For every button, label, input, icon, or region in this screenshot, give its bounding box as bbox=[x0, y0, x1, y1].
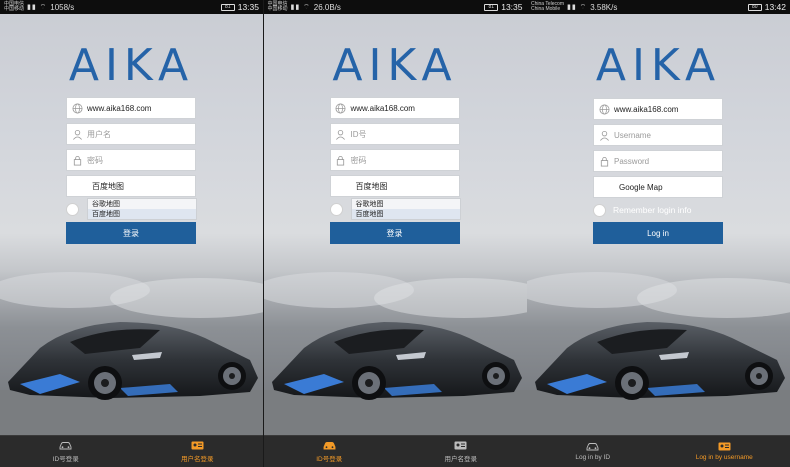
tab-label-username: Log in by username bbox=[695, 454, 753, 461]
server-url-field[interactable]: www.aika168.com bbox=[329, 97, 460, 119]
phone-screen-3: China Telecom China Mobile ▮▮ ⌔ 3.58K/s … bbox=[527, 0, 790, 467]
map-select[interactable]: 百度地图 bbox=[66, 175, 196, 197]
carrier-2: 中国移动 bbox=[267, 6, 288, 12]
clock: 13:35 bbox=[501, 2, 523, 12]
car-image bbox=[263, 270, 527, 436]
server-url-field[interactable]: www.aika168.com bbox=[593, 98, 723, 120]
globe-icon bbox=[67, 103, 87, 114]
battery-icon: 80 bbox=[747, 3, 762, 11]
app-logo: AIKA bbox=[332, 40, 458, 91]
car-icon bbox=[59, 441, 72, 450]
carrier-2: China Mobile bbox=[531, 6, 561, 12]
login-button[interactable]: Log in bbox=[593, 222, 723, 244]
map-option-google[interactable]: 谷歌地图 bbox=[352, 199, 460, 209]
bottom-tab-bar: ID号登录 用户名登录 bbox=[0, 435, 263, 467]
lock-icon bbox=[331, 155, 351, 166]
phone-screen-2: 中国电信 中国移动 ▮▮ ⌔ 26.0B/s 81 13:35 AIKA www… bbox=[263, 0, 527, 467]
tab-label-id: Log in by ID bbox=[575, 454, 611, 461]
map-option-baidu[interactable]: 百度地图 bbox=[351, 209, 460, 219]
network-speed: 1058/s bbox=[50, 2, 75, 12]
tab-label-id: ID号登录 bbox=[316, 455, 343, 463]
lock-icon bbox=[594, 156, 614, 167]
carrier-info: China Telecom China Mobile bbox=[531, 1, 564, 13]
password-placeholder: Password bbox=[614, 156, 650, 166]
map-select-value: 百度地图 bbox=[355, 181, 388, 191]
password-placeholder: 密码 bbox=[87, 155, 103, 165]
carrier-2: 中国移动 bbox=[4, 6, 25, 12]
bottom-tab-bar: Log in by ID Log in by username bbox=[527, 435, 790, 467]
clock: 13:42 bbox=[764, 2, 786, 12]
bottom-tab-bar: ID号登录 用户名登录 bbox=[263, 435, 527, 467]
map-dropdown: 谷歌地图 百度地图 bbox=[350, 198, 461, 220]
signal-icon: ▮▮ ⌔ bbox=[27, 3, 48, 11]
username-field[interactable]: Username bbox=[593, 124, 723, 146]
car-image bbox=[0, 270, 263, 436]
password-field[interactable]: 密码 bbox=[66, 149, 196, 171]
tab-login-by-id[interactable]: Log in by ID bbox=[527, 436, 659, 467]
map-select-value: Google Map bbox=[619, 182, 663, 192]
server-url-value: www.aika168.com bbox=[614, 104, 679, 114]
tab-login-by-id[interactable]: ID号登录 bbox=[0, 436, 132, 467]
tab-label-username: 用户名登录 bbox=[444, 455, 478, 463]
server-url-value: www.aika168.com bbox=[350, 103, 415, 113]
map-option-google[interactable]: 谷歌地图 bbox=[88, 199, 196, 209]
app-logo: AIKA bbox=[595, 40, 722, 91]
carrier-info: 中国电信 中国移动 bbox=[267, 1, 288, 13]
username-placeholder: 用户名 bbox=[87, 129, 111, 139]
status-bar: China Telecom China Mobile ▮▮ ⌔ 3.58K/s … bbox=[527, 0, 790, 14]
signal-icon: ▮▮ ⌔ bbox=[566, 3, 588, 11]
id-field[interactable]: ID号 bbox=[329, 123, 460, 145]
app-logo: AIKA bbox=[68, 40, 195, 91]
network-speed: 3.58K/s bbox=[590, 2, 618, 12]
user-icon bbox=[67, 129, 87, 140]
lock-icon bbox=[67, 155, 87, 166]
tab-label-username: 用户名登录 bbox=[181, 455, 214, 463]
map-dropdown: 谷歌地图 百度地图 bbox=[87, 198, 197, 220]
status-bar: 中国电信 中国移动 ▮▮ ⌔ 1058/s 81 13:35 bbox=[0, 0, 263, 14]
carrier-info: 中国电信 中国移动 bbox=[4, 1, 25, 13]
tab-login-by-username[interactable]: 用户名登录 bbox=[132, 436, 264, 467]
screens-container: 中国电信 中国移动 ▮▮ ⌔ 1058/s 81 13:35 AIKA www.… bbox=[0, 0, 790, 467]
car-icon bbox=[586, 442, 599, 451]
map-option-baidu[interactable]: 百度地图 bbox=[88, 209, 196, 219]
clock: 13:35 bbox=[237, 2, 259, 12]
battery-icon: 81 bbox=[220, 3, 235, 11]
id-card-icon bbox=[454, 441, 467, 450]
map-select[interactable]: Google Map bbox=[593, 176, 723, 198]
car-icon bbox=[323, 441, 336, 450]
status-bar: 中国电信 中国移动 ▮▮ ⌔ 26.0B/s 81 13:35 bbox=[263, 0, 527, 14]
tab-login-by-username[interactable]: Log in by username bbox=[659, 436, 790, 467]
remember-checkbox[interactable] bbox=[593, 204, 606, 217]
server-url-field[interactable]: www.aika168.com bbox=[66, 97, 196, 119]
car-image bbox=[527, 270, 790, 436]
globe-icon bbox=[331, 103, 351, 114]
username-field[interactable]: 用户名 bbox=[66, 123, 196, 145]
server-url-value: www.aika168.com bbox=[87, 103, 152, 113]
tab-label-id: ID号登录 bbox=[52, 455, 79, 463]
network-speed: 26.0B/s bbox=[313, 2, 341, 12]
id-placeholder: ID号 bbox=[350, 129, 367, 139]
battery-icon: 81 bbox=[484, 3, 499, 11]
username-placeholder: Username bbox=[614, 130, 651, 140]
tab-login-by-id[interactable]: ID号登录 bbox=[264, 436, 396, 467]
login-button[interactable]: 登录 bbox=[329, 222, 460, 244]
remember-checkbox[interactable] bbox=[66, 203, 79, 216]
id-card-icon bbox=[191, 441, 204, 450]
map-select-value: 百度地图 bbox=[92, 181, 124, 191]
tab-login-by-username[interactable]: 用户名登录 bbox=[395, 436, 527, 467]
password-field[interactable]: 密码 bbox=[329, 149, 460, 171]
login-button[interactable]: 登录 bbox=[66, 222, 196, 244]
user-icon bbox=[594, 130, 614, 141]
password-field[interactable]: Password bbox=[593, 150, 723, 172]
signal-icon: ▮▮ ⌔ bbox=[290, 3, 311, 11]
user-icon bbox=[331, 129, 351, 140]
phone-screen-1: 中国电信 中国移动 ▮▮ ⌔ 1058/s 81 13:35 AIKA www.… bbox=[0, 0, 263, 467]
remember-label: Remember login info bbox=[613, 205, 692, 215]
globe-icon bbox=[594, 104, 614, 115]
remember-checkbox[interactable] bbox=[329, 203, 343, 216]
map-select[interactable]: 百度地图 bbox=[329, 175, 460, 197]
id-card-icon bbox=[718, 442, 731, 451]
password-placeholder: 密码 bbox=[350, 155, 367, 165]
